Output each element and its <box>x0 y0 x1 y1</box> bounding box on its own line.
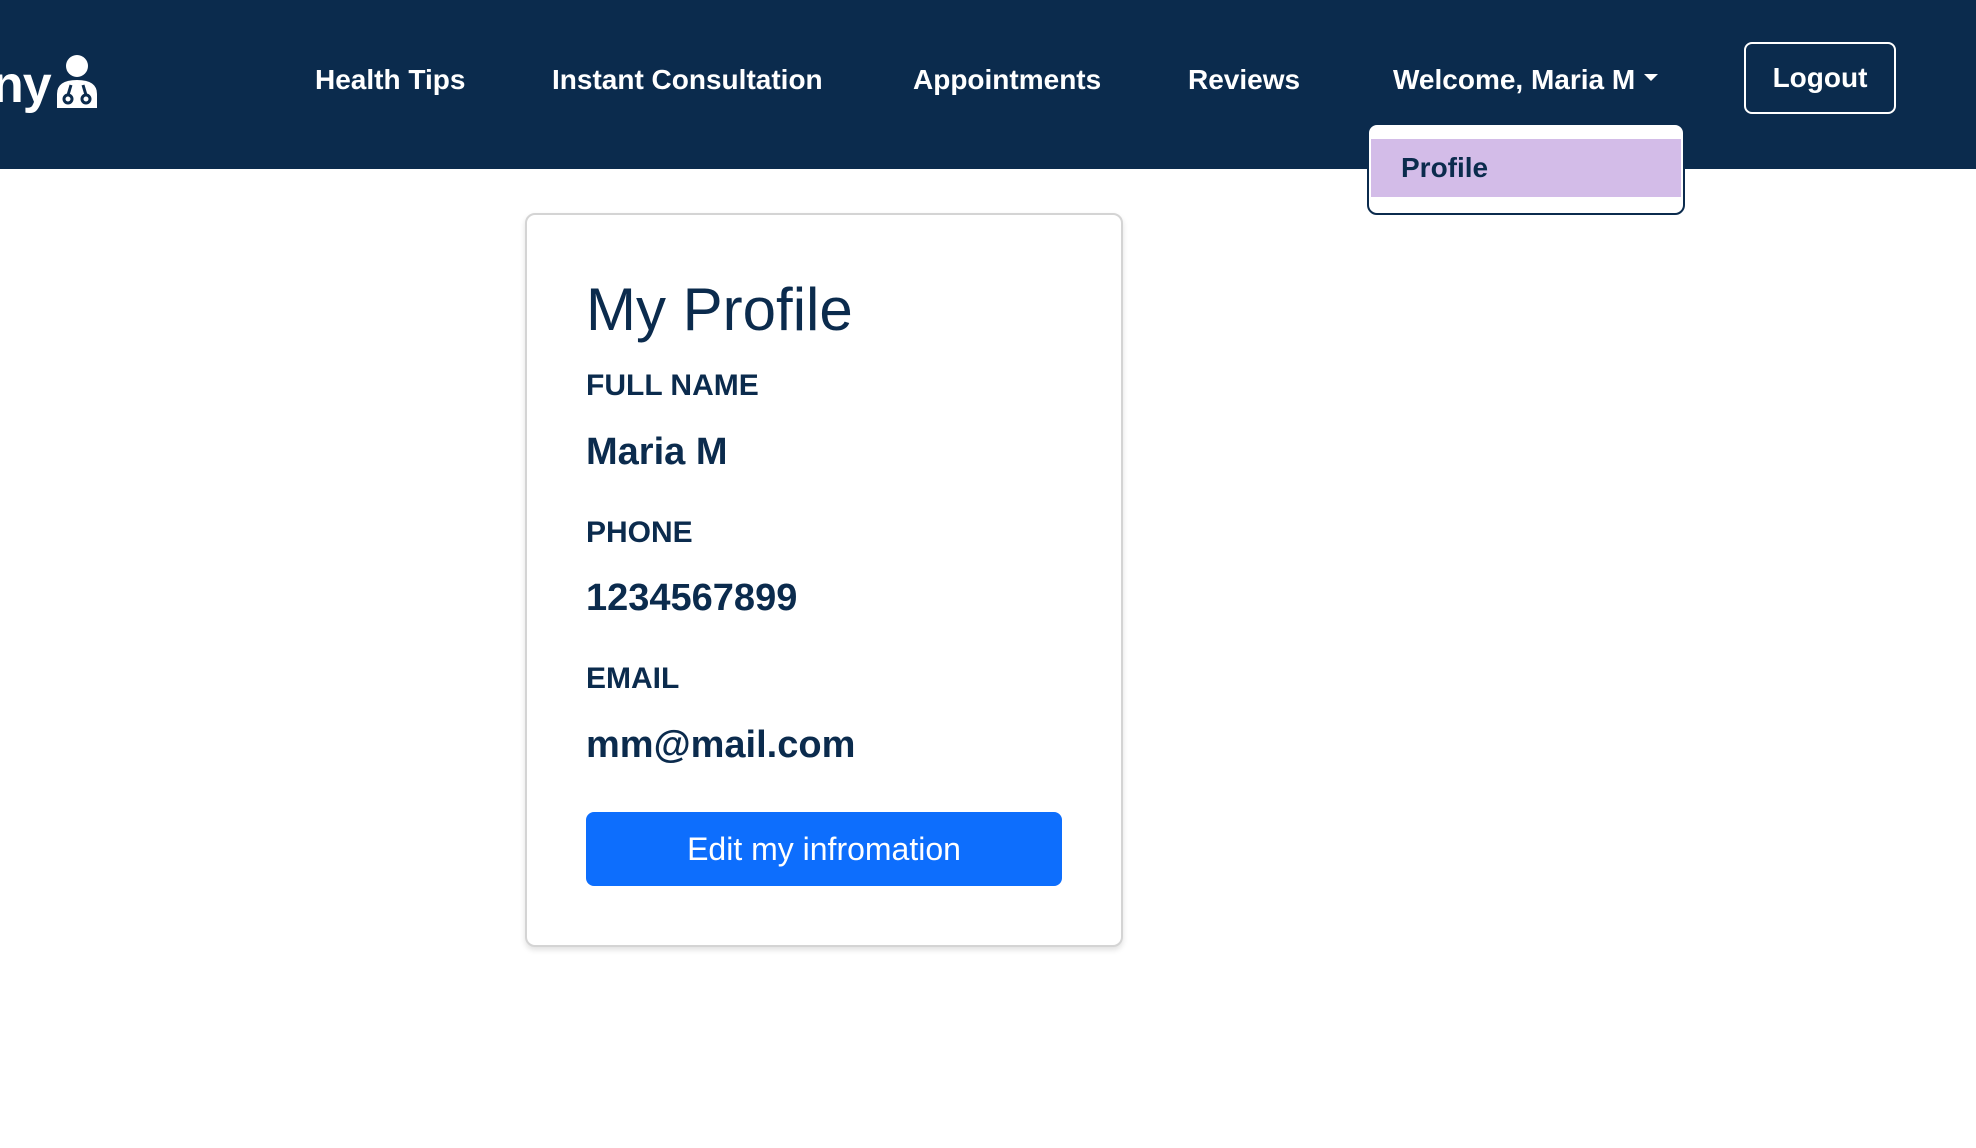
user-dropdown-menu: Profile <box>1367 123 1685 215</box>
caret-down-icon <box>1644 74 1659 82</box>
nav-reviews[interactable]: Reviews <box>1188 60 1300 100</box>
brand-logo[interactable]: ny <box>0 50 101 120</box>
edit-information-button[interactable]: Edit my infromation <box>586 812 1062 886</box>
welcome-label: Welcome, Maria M <box>1393 64 1636 95</box>
logout-button[interactable]: Logout <box>1744 42 1896 114</box>
nav-appointments[interactable]: Appointments <box>913 60 1101 100</box>
phone-label: PHONE <box>586 516 693 549</box>
email-value: mm@mail.com <box>586 724 856 766</box>
full-name-value: Maria M <box>586 431 728 473</box>
phone-value: 1234567899 <box>586 577 798 619</box>
page-title: My Profile <box>586 276 853 343</box>
email-label: EMAIL <box>586 662 680 695</box>
brand-text: ny <box>0 56 52 114</box>
full-name-label: FULL NAME <box>586 369 759 402</box>
nav-instant-consultation[interactable]: Instant Consultation <box>552 60 823 100</box>
nav-health-tips[interactable]: Health Tips <box>315 60 465 100</box>
dropdown-item-profile[interactable]: Profile <box>1371 139 1681 197</box>
user-menu-toggle[interactable]: Welcome, Maria M <box>1393 60 1659 100</box>
profile-card: My Profile FULL NAME Maria M PHONE 12345… <box>525 213 1123 947</box>
doctor-icon <box>56 55 97 108</box>
